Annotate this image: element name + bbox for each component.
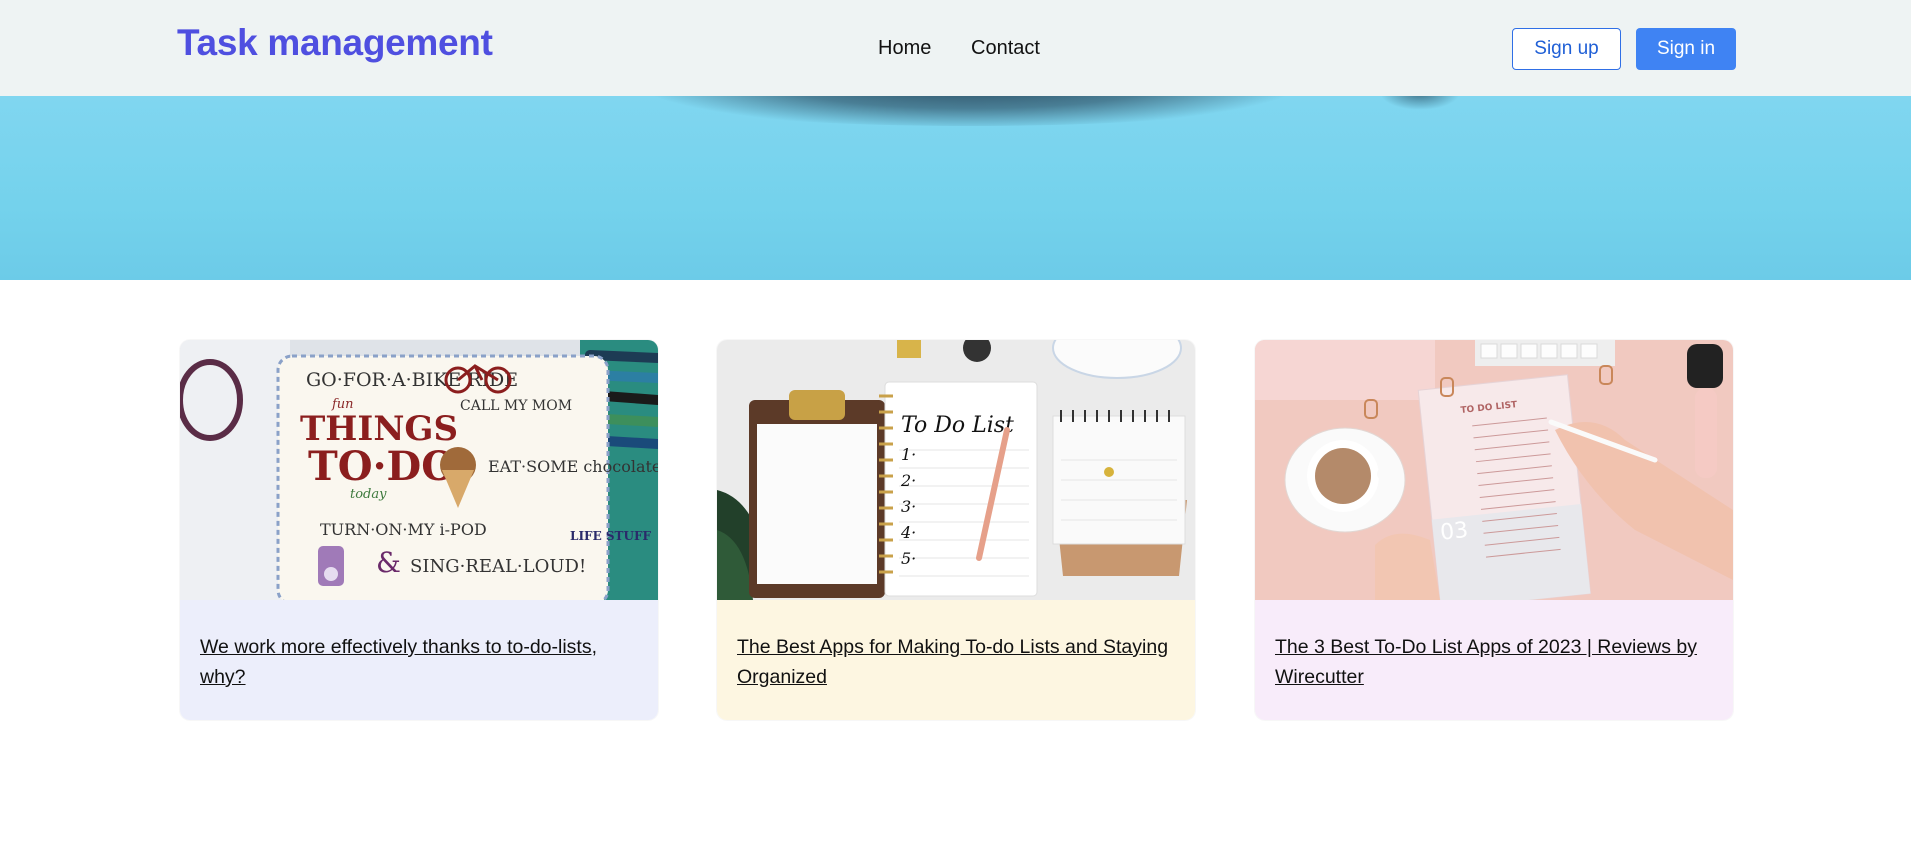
card-body: The 3 Best To-Do List Apps of 2023 | Rev… bbox=[1255, 600, 1733, 720]
notebook-text-todo-list: To Do List bbox=[901, 413, 1014, 438]
svg-text:TO·DO: TO·DO bbox=[308, 443, 456, 490]
top-navbar: Task management Home Contact Sign up Sig… bbox=[0, 0, 1911, 96]
svg-text:03: 03 bbox=[1439, 518, 1469, 546]
card-title-link[interactable]: The Best Apps for Making To-do Lists and… bbox=[737, 632, 1177, 692]
svg-text:5·: 5· bbox=[901, 549, 916, 568]
sign-in-button[interactable]: Sign in bbox=[1636, 28, 1736, 70]
svg-text:3·: 3· bbox=[901, 497, 916, 516]
svg-text:4·: 4· bbox=[900, 523, 916, 542]
sign-up-button[interactable]: Sign up bbox=[1512, 28, 1621, 70]
hero-banner-image bbox=[0, 96, 1911, 280]
article-card-3: TO DO LIST 03 The 3 Best To-Do List Apps… bbox=[1255, 340, 1733, 720]
card-title-link[interactable]: We work more effectively thanks to to-do… bbox=[200, 632, 640, 692]
svg-text:&: & bbox=[376, 546, 401, 579]
svg-text:TURN·ON·MY i-POD: TURN·ON·MY i-POD bbox=[320, 520, 487, 539]
nav-link-home[interactable]: Home bbox=[878, 37, 931, 60]
article-card-1: GO·FOR·A·BIKE RIDE fun THINGS TO·DO toda… bbox=[180, 340, 658, 720]
nav-link-contact[interactable]: Contact bbox=[971, 37, 1040, 60]
svg-text:1·: 1· bbox=[901, 445, 916, 464]
card-body: We work more effectively thanks to to-do… bbox=[180, 600, 658, 720]
svg-text:today: today bbox=[350, 487, 387, 502]
svg-text:2·: 2· bbox=[900, 471, 916, 490]
card-image-pink-todo-planner: TO DO LIST 03 bbox=[1255, 340, 1733, 600]
brand-logo-link[interactable]: Task management bbox=[177, 22, 493, 64]
svg-text:LIFE STUFF: LIFE STUFF bbox=[570, 529, 651, 543]
svg-text:CALL MY MOM: CALL MY MOM bbox=[460, 398, 572, 414]
hero-object-shadow bbox=[1380, 96, 1460, 110]
card-image-things-to-do-notebook: GO·FOR·A·BIKE RIDE fun THINGS TO·DO toda… bbox=[180, 340, 658, 600]
hero-device-shadow bbox=[650, 96, 1290, 126]
card-body: The Best Apps for Making To-do Lists and… bbox=[717, 600, 1195, 720]
card-title-link[interactable]: The 3 Best To-Do List Apps of 2023 | Rev… bbox=[1275, 632, 1715, 692]
card-image-todo-list-desk: To Do List 1· 2· 3· 4· 5· bbox=[717, 340, 1195, 600]
article-card-2: To Do List 1· 2· 3· 4· 5· The Best Apps … bbox=[717, 340, 1195, 720]
svg-text:EAT·SOME chocolate ICE·CREAM: EAT·SOME chocolate ICE·CREAM bbox=[488, 457, 658, 476]
svg-text:SING·REAL·LOUD!: SING·REAL·LOUD! bbox=[410, 556, 586, 577]
